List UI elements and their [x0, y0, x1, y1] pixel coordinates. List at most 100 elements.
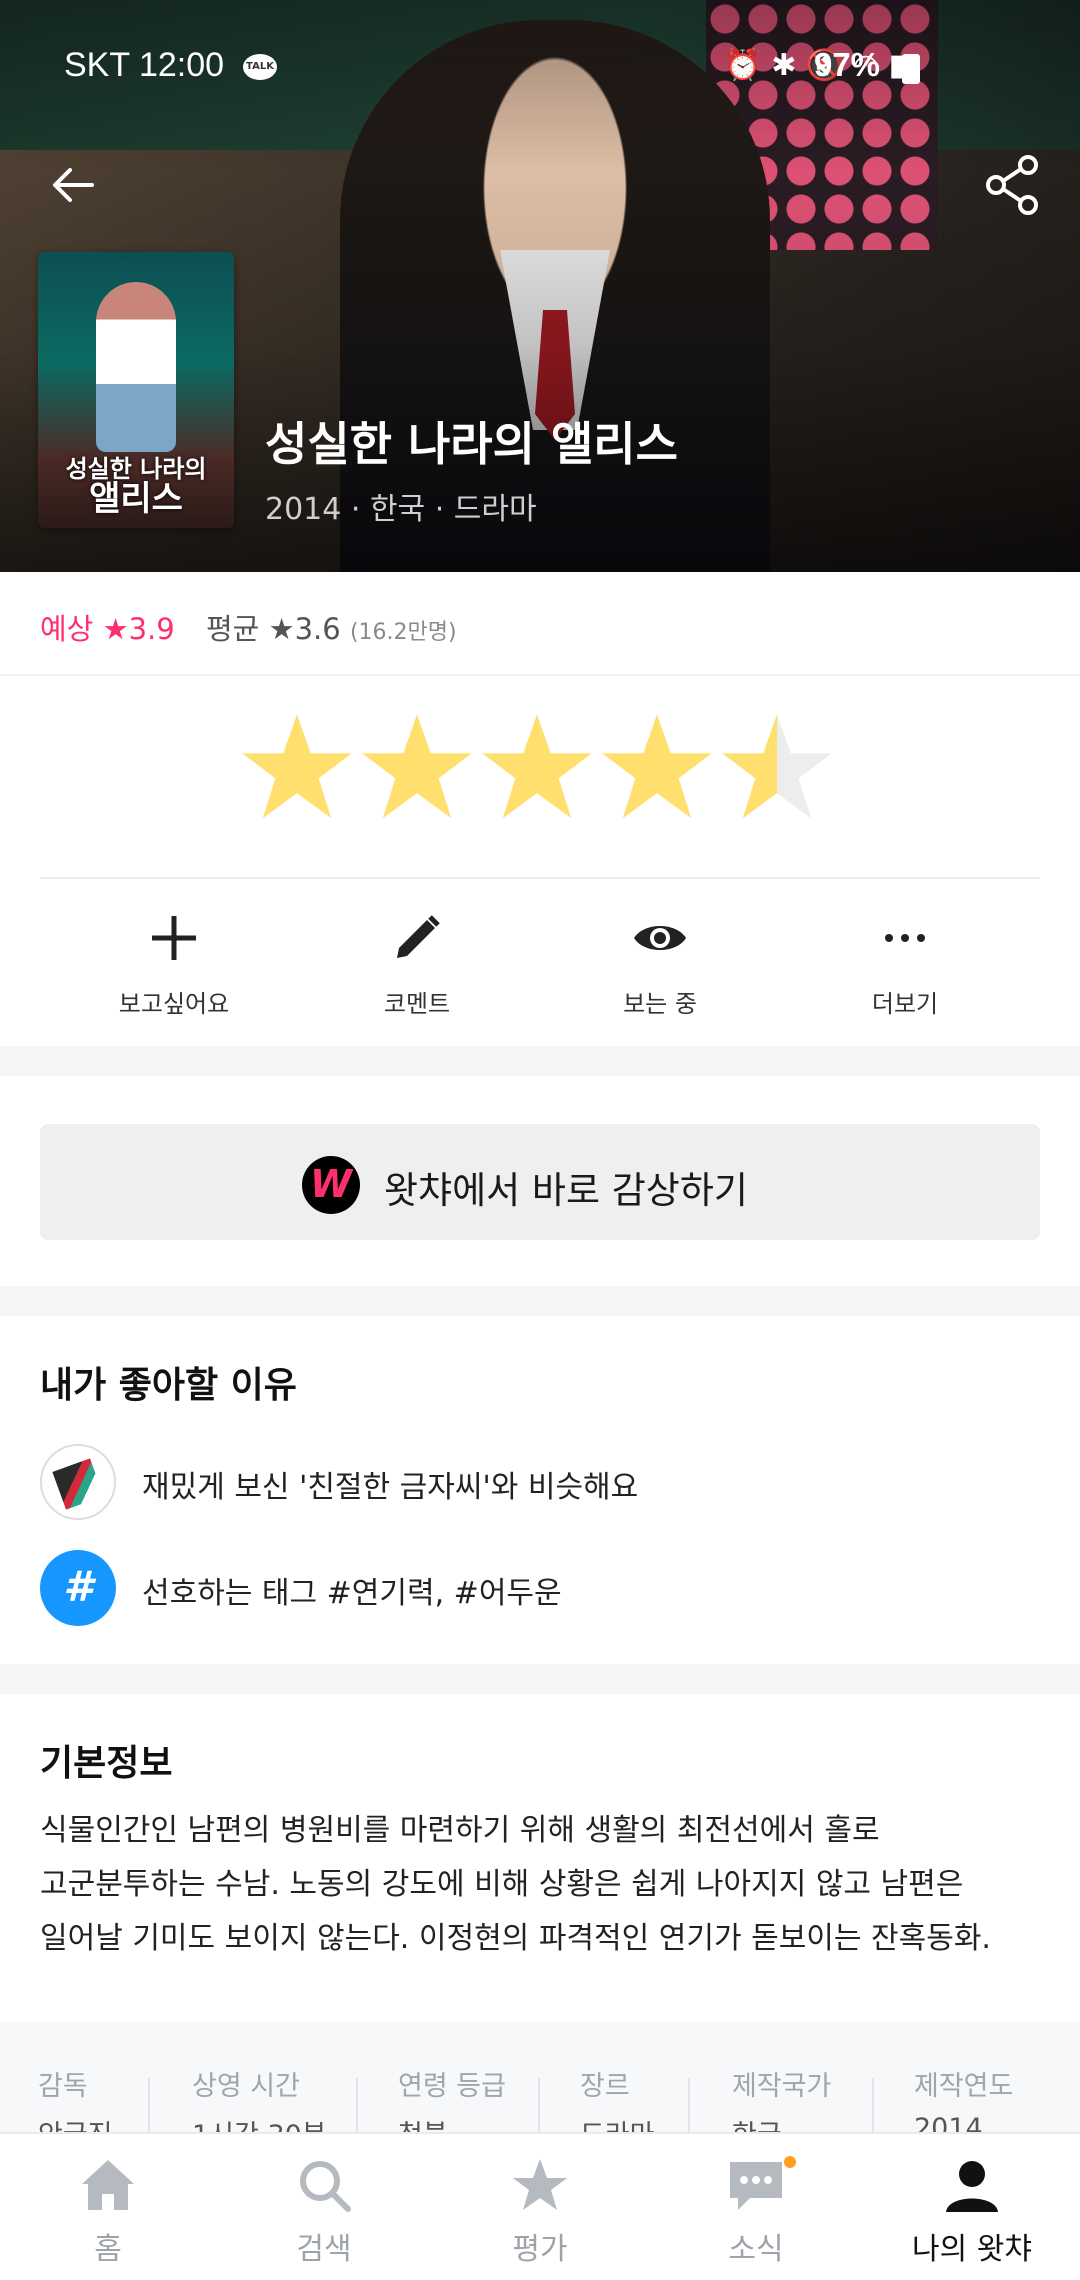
notification-dot — [784, 2156, 796, 2168]
tab-my-watcha[interactable]: 나의 왓챠 — [864, 2156, 1080, 2268]
hashtag-icon: # — [40, 1550, 116, 1626]
info-value: 1시간 30분 — [192, 2113, 327, 2132]
more-button[interactable]: 더보기 — [805, 910, 1005, 1019]
star-2[interactable] — [360, 710, 474, 824]
info-key: 감독 — [38, 2071, 88, 2102]
section-gap — [0, 1046, 1080, 1076]
info-year: 제작연도 2014 — [914, 2064, 1013, 2132]
action-label: 보는 중 — [623, 990, 697, 1018]
poster-title: 성실한 나라의 앨리스 — [38, 454, 234, 519]
synopsis: 식물인간인 남편의 병원비를 마련하기 위해 생활의 최전선에서 홀로 고군분투… — [40, 1804, 1040, 1966]
battery-level: 97% — [813, 46, 880, 83]
carrier-time: SKT 12:00 — [64, 46, 225, 84]
info-country: 제작국가 한국 — [732, 2064, 831, 2132]
battery-icon — [902, 54, 920, 84]
info-value: 드라마 — [580, 2113, 655, 2132]
info-age-rating: 연령 등급 청불 — [398, 2064, 506, 2132]
rating-count: (16.2만명) — [349, 620, 457, 645]
info-key: 제작연도 — [914, 2071, 1014, 2102]
synopsis-line: 식물인간인 남편의 병원비를 마련하기 위해 생활의 최전선에서 홀로 — [40, 1813, 880, 1848]
star-icon: ★ — [102, 612, 129, 646]
poster-figure — [96, 282, 176, 452]
info-value: 안국진 — [38, 2113, 113, 2132]
expected-label: 예상 — [40, 612, 94, 646]
section-gap — [0, 1286, 1080, 1316]
home-icon — [82, 2160, 134, 2210]
logo-letter: W — [310, 1162, 352, 1206]
divider — [40, 877, 1040, 879]
info-separator — [538, 2078, 540, 2132]
average-label: 평균 — [206, 612, 260, 646]
tab-home[interactable]: 홈 — [0, 2156, 216, 2268]
info-value: 2014 — [914, 2113, 983, 2132]
tab-label: 소식 — [728, 2232, 784, 2267]
info-key: 제작국가 — [732, 2071, 832, 2102]
info-separator — [688, 2078, 690, 2132]
info-key: 장르 — [580, 2071, 630, 2102]
tab-label: 평가 — [512, 2232, 568, 2267]
back-arrow-icon[interactable] — [48, 160, 98, 210]
status-bar: SKT 12:00 TALK ⏰ ✱ 🔇 ◠ ▮ 97% — [0, 42, 1080, 94]
average-value: 3.6 — [294, 612, 341, 646]
chat-icon — [730, 2162, 782, 2210]
info-strip[interactable]: 감독 안국진 상영 시간 1시간 30분 연령 등급 청불 장르 드라마 제작국… — [0, 2022, 1080, 2132]
info-separator — [148, 2078, 150, 2132]
info-director: 감독 안국진 — [38, 2064, 113, 2132]
movie-title: 성실한 나라의 앨리스 — [265, 417, 678, 471]
reason-item[interactable]: 재밌게 보신 '친절한 금자씨'와 비슷해요 — [40, 1444, 1040, 1524]
info-genre: 장르 드라마 — [580, 2064, 655, 2132]
basic-info-title: 기본정보 — [40, 1743, 173, 1784]
info-key: 상영 시간 — [192, 2071, 300, 2102]
poster-title-line2: 앨리스 — [89, 479, 183, 519]
expected-value: 3.9 — [128, 612, 175, 646]
reason-text: 재밌게 보신 '친절한 금자씨'와 비슷해요 — [142, 1470, 639, 1505]
section-gap — [0, 1664, 1080, 1694]
watch-on-watcha-button[interactable]: W 왓챠에서 바로 감상하기 — [40, 1124, 1040, 1240]
star-1[interactable] — [240, 710, 354, 824]
average-rating: 평균 ★3.6 (16.2만명) — [206, 606, 457, 648]
star-4[interactable] — [600, 710, 714, 824]
info-value: 한국 — [732, 2113, 831, 2132]
action-label: 보고싶어요 — [118, 990, 230, 1018]
star-3[interactable] — [480, 710, 594, 824]
star-5-half[interactable] — [720, 710, 834, 824]
movie-poster[interactable]: 성실한 나라의 앨리스 — [38, 252, 234, 528]
info-separator — [872, 2078, 874, 2132]
star-icon: ★ — [268, 612, 295, 646]
pencil-icon — [397, 915, 440, 958]
bottom-tab-bar: 홈 검색 평가 소식 나의 왓챠 — [0, 2132, 1080, 2280]
tab-label: 검색 — [296, 2232, 352, 2267]
talk-icon: TALK — [243, 54, 277, 80]
more-icon — [885, 934, 925, 942]
action-row: 보고싶어요 코멘트 보는 중 더보기 — [0, 880, 1080, 1046]
tab-search[interactable]: 검색 — [216, 2156, 432, 2268]
search-icon — [300, 2161, 351, 2212]
info-separator — [356, 2078, 358, 2132]
eye-icon — [634, 926, 686, 950]
share-icon[interactable] — [984, 155, 1040, 215]
reason-item[interactable]: # 선호하는 태그 #연기력, #어두운 — [40, 1550, 1040, 1630]
action-label: 코멘트 — [383, 990, 451, 1018]
tab-label: 홈 — [94, 2232, 122, 2267]
watcha-logo-icon: W — [302, 1156, 360, 1214]
synopsis-line: 일어날 기미도 보이지 않는다. 이정현의 파격적인 연기가 돋보이는 잔혹동화… — [40, 1921, 991, 1956]
info-runtime: 상영 시간 1시간 30분 — [192, 2064, 327, 2132]
user-star-rating[interactable] — [240, 700, 840, 840]
plus-icon — [152, 916, 196, 960]
reason-text: 선호하는 태그 #연기력, #어두운 — [142, 1576, 562, 1611]
movie-thumbnail-icon — [40, 1444, 116, 1520]
info-value: 청불 — [398, 2113, 506, 2132]
action-label: 더보기 — [871, 990, 939, 1018]
synopsis-line: 고군분투하는 수남. 노동의 강도에 비해 상황은 쉽게 나아지지 않고 남편은 — [40, 1867, 964, 1902]
tab-label: 나의 왓챠 — [912, 2232, 1032, 2267]
star-icon — [513, 2159, 567, 2210]
watching-button[interactable]: 보는 중 — [560, 910, 760, 1019]
profile-icon — [946, 2161, 998, 2212]
rating-summary: 예상 ★3.9 평균 ★3.6 (16.2만명) — [0, 572, 1080, 676]
expected-rating: 예상 ★3.9 — [40, 606, 175, 648]
comment-button[interactable]: 코멘트 — [317, 910, 517, 1019]
tab-news[interactable]: 소식 — [648, 2156, 864, 2268]
tab-rate[interactable]: 평가 — [432, 2156, 648, 2268]
want-to-watch-button[interactable]: 보고싶어요 — [74, 910, 274, 1019]
movie-meta: 2014 · 한국 · 드라마 — [265, 492, 537, 527]
